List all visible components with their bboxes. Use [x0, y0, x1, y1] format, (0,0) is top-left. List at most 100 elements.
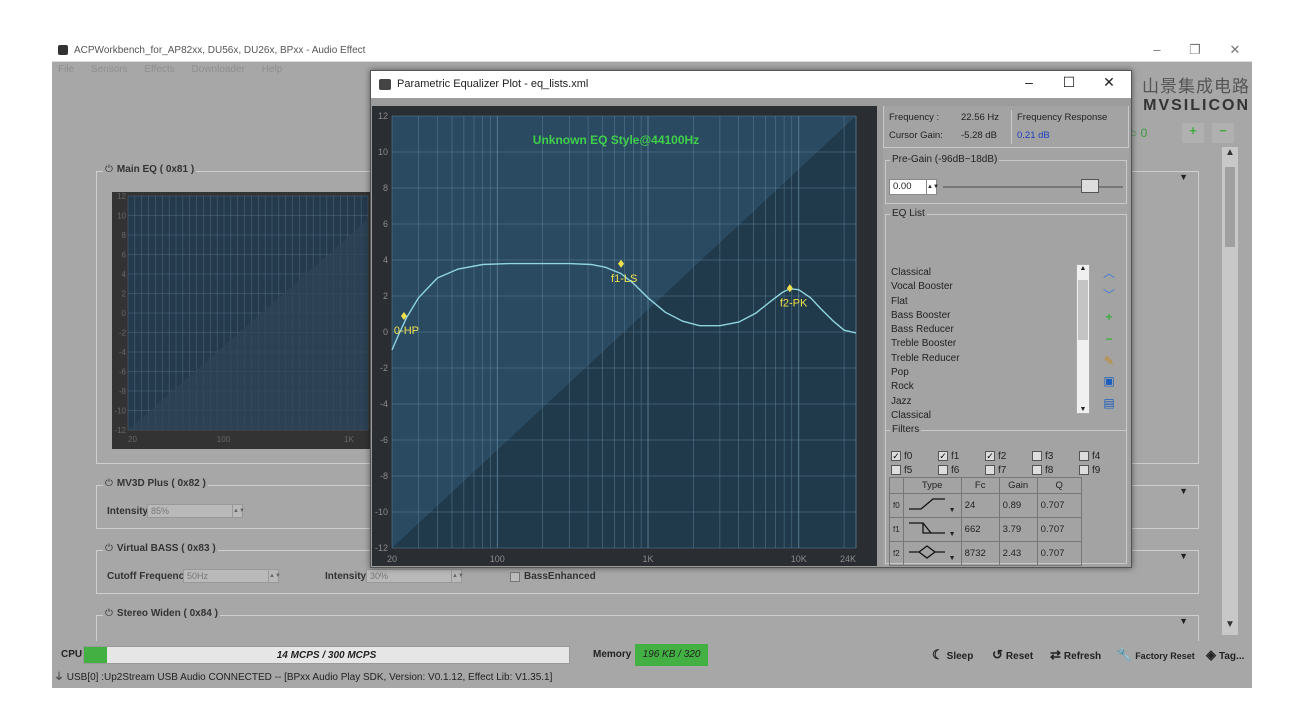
gain-cell[interactable]: 2.43	[998, 541, 1038, 566]
eq-list-item[interactable]: Classical	[889, 266, 1077, 280]
filter-type-select[interactable]: ▼	[902, 541, 962, 566]
scroll-down-icon[interactable]: ▼	[1077, 406, 1089, 413]
checkbox-icon[interactable]	[938, 465, 948, 476]
table-row[interactable]: f1 ▼ 662 3.79 0.707	[889, 517, 1082, 542]
chevron-down-icon[interactable]: ▼	[949, 507, 956, 514]
move-down-icon[interactable]: ﹀	[1099, 286, 1119, 304]
factory-reset-button[interactable]: 🔧 Factory Reset	[1116, 644, 1195, 666]
gain-cell[interactable]: 3.79	[998, 517, 1038, 542]
eq-list-item[interactable]: Treble Reducer	[889, 352, 1077, 366]
spinner-icon[interactable]: ▲▼	[926, 180, 939, 194]
dialog-close-icon[interactable]: ✕	[1091, 74, 1127, 91]
remove-icon[interactable]: −	[1212, 123, 1234, 143]
filter-checkbox-f1[interactable]: ✓ f1	[938, 451, 959, 462]
power-icon[interactable]: ⏻	[105, 478, 113, 489]
chevron-down-icon[interactable]: ▼	[1179, 486, 1188, 496]
filter-type-select[interactable]: ▼	[902, 493, 962, 518]
filter-checkbox-f9[interactable]: f9	[1079, 465, 1100, 476]
checkbox-icon[interactable]	[985, 465, 995, 476]
reset-button[interactable]: ↺ Reset	[992, 644, 1033, 666]
checkbox-icon[interactable]: ✓	[938, 451, 948, 462]
menu-sensors[interactable]: Sensors	[91, 64, 128, 75]
filter-type-select[interactable]: ▼	[902, 517, 962, 542]
chevron-down-icon[interactable]: ▼	[1179, 551, 1188, 561]
eq-list-item[interactable]: Bass Reducer	[889, 323, 1077, 337]
eq-list-item[interactable]: Classical	[889, 409, 1077, 423]
restore-icon[interactable]: ❐	[1180, 42, 1210, 58]
eq-plot[interactable]: 121086420-2-4-6-8-10-1220 100 1K 10K 24KUnkn…	[372, 106, 877, 566]
remove-preset-icon[interactable]: −	[1099, 330, 1119, 348]
filter-checkbox-f7[interactable]: f7	[985, 465, 1006, 476]
sleep-button[interactable]: ☾ Sleep	[932, 644, 973, 666]
fc-cell[interactable]: 662	[960, 517, 1000, 542]
eq-list-item[interactable]: Rock	[889, 380, 1077, 394]
spinner-icon[interactable]: ▲▼	[232, 505, 245, 517]
vbass-intensity-input[interactable]: 30% ▲▼	[366, 569, 464, 583]
menu-downloader[interactable]: Downloader	[192, 64, 245, 75]
pregain-input[interactable]: 0.00 ▲▼	[889, 179, 939, 195]
filter-checkbox-f3[interactable]: f3	[1032, 451, 1053, 462]
menu-file[interactable]: File	[58, 64, 74, 75]
save-as-icon[interactable]: ▤	[1099, 394, 1119, 412]
filter-checkbox-f2[interactable]: ✓ f2	[985, 451, 1006, 462]
gain-cell[interactable]: 0.89	[998, 493, 1038, 518]
eq-plot-area[interactable]: 12 10 8 6 4 2 0 -2 -4 -6 -8 -10 -12 20 100 1K 10K 24K Unkn…	[372, 106, 877, 566]
checkbox-icon[interactable]: ✓	[891, 451, 901, 462]
checkbox-icon[interactable]: ✓	[985, 451, 995, 462]
power-icon[interactable]: ⏻	[105, 608, 113, 619]
main-scrollbar[interactable]: ▲ ▼	[1222, 147, 1238, 635]
eq-list-item[interactable]: Pop	[889, 366, 1077, 380]
q-cell[interactable]: 0.707	[1036, 493, 1082, 518]
spinner-icon[interactable]: ▲▼	[451, 570, 464, 582]
q-cell[interactable]: 0.707	[1036, 517, 1082, 542]
menu-effects[interactable]: Effects	[144, 64, 174, 75]
filter-checkbox-f0[interactable]: ✓ f0	[891, 451, 912, 462]
filter-checkbox-f4[interactable]: f4	[1079, 451, 1100, 462]
scroll-up-icon[interactable]: ▲	[1222, 147, 1238, 163]
eq-list-item[interactable]: Jazz	[889, 395, 1077, 409]
scroll-down-icon[interactable]: ▼	[1222, 619, 1238, 635]
close-icon[interactable]: ✕	[1220, 42, 1250, 58]
tag-button[interactable]: ◈ Tag...	[1206, 644, 1244, 666]
menu-help[interactable]: Help	[262, 64, 283, 75]
power-icon[interactable]: ⏻	[105, 164, 113, 175]
dialog-maximize-icon[interactable]: ☐	[1051, 74, 1087, 91]
move-up-icon[interactable]: ︿	[1099, 264, 1119, 282]
table-row[interactable]: f0 ▼ 24 0.89 0.707	[889, 493, 1082, 518]
eq-list-item[interactable]: Treble Booster	[889, 337, 1077, 351]
checkbox-icon[interactable]	[891, 465, 901, 476]
eq-list-item[interactable]: Bass Booster	[889, 309, 1077, 323]
chevron-down-icon[interactable]: ▼	[949, 531, 956, 538]
checkbox-icon[interactable]	[1079, 465, 1089, 476]
refresh-button[interactable]: ⇄ Refresh	[1050, 644, 1101, 666]
table-row[interactable]: f2 ▼ 8732 2.43 0.707	[889, 541, 1082, 566]
q-cell[interactable]: 0.707	[1036, 541, 1082, 566]
mv3d-intensity-input[interactable]: 85% ▲▼	[147, 504, 245, 518]
save-icon[interactable]: ▣	[1099, 372, 1119, 390]
minimize-icon[interactable]: –	[1142, 42, 1172, 57]
edit-icon[interactable]: ✎	[1099, 352, 1119, 370]
chevron-down-icon[interactable]: ▼	[1179, 172, 1188, 182]
filter-checkbox-f6[interactable]: f6	[938, 465, 959, 476]
chevron-down-icon[interactable]: ▼	[1179, 616, 1188, 626]
eq-list-item[interactable]: Flat	[889, 295, 1077, 309]
filter-checkbox-f8[interactable]: f8	[1032, 465, 1053, 476]
pregain-slider-handle[interactable]	[1081, 179, 1099, 193]
checkbox-icon[interactable]	[1079, 451, 1089, 462]
bass-enhanced-checkbox[interactable]	[510, 572, 520, 582]
cutoff-input[interactable]: 50Hz ▲▼	[183, 569, 281, 583]
eq-list[interactable]: Classical Vocal Booster Flat Bass Booster Ba…	[889, 266, 1077, 421]
spinner-icon[interactable]: ▲▼	[268, 570, 281, 582]
dialog-minimize-icon[interactable]: –	[1011, 74, 1047, 90]
add-preset-icon[interactable]: +	[1099, 308, 1119, 326]
chevron-down-icon[interactable]: ▼	[949, 555, 956, 562]
eq-list-item[interactable]: Vocal Booster	[889, 280, 1077, 294]
eq-list-scrollbar[interactable]: ▲ ▼	[1076, 264, 1090, 414]
checkbox-icon[interactable]	[1032, 451, 1042, 462]
add-icon[interactable]: +	[1182, 123, 1204, 143]
scroll-thumb[interactable]	[1225, 167, 1235, 247]
filter-checkbox-f5[interactable]: f5	[891, 465, 912, 476]
checkbox-icon[interactable]	[1032, 465, 1042, 476]
power-icon[interactable]: ⏻	[105, 543, 113, 554]
fc-cell[interactable]: 24	[960, 493, 1000, 518]
